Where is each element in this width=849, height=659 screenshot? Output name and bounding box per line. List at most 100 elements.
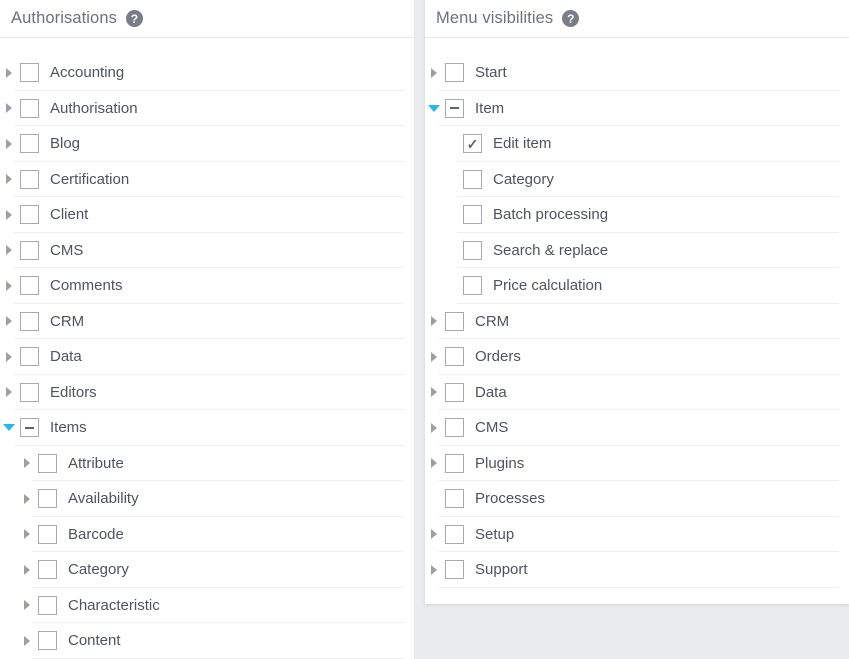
checkbox-unchecked[interactable] [38, 631, 57, 651]
expand-triangle-icon[interactable] [18, 588, 36, 624]
tree-row[interactable]: Data [425, 375, 849, 411]
expand-triangle-icon[interactable] [0, 55, 18, 91]
checkbox-unchecked[interactable] [20, 134, 39, 154]
expand-triangle-icon[interactable] [0, 91, 18, 127]
tree-row[interactable]: Batch processing [425, 197, 849, 233]
expand-triangle-icon[interactable] [18, 623, 36, 659]
tree-row[interactable]: Setup [425, 517, 849, 553]
triangle-right-icon [431, 422, 437, 433]
checkbox-unchecked[interactable] [445, 524, 464, 544]
expand-triangle-icon[interactable] [0, 126, 18, 162]
tree-row[interactable]: Content [0, 623, 414, 659]
checkbox-unchecked[interactable] [445, 347, 464, 367]
expand-triangle-icon[interactable] [425, 339, 443, 375]
checkbox-unchecked[interactable] [445, 382, 464, 402]
checkbox-unchecked[interactable] [445, 560, 464, 580]
tree-row[interactable]: Certification [0, 162, 414, 198]
row-divider [32, 657, 404, 659]
checkbox-unchecked[interactable] [463, 240, 482, 260]
expand-triangle-icon[interactable] [425, 375, 443, 411]
tree-row[interactable]: CRM [0, 304, 414, 340]
tree-row[interactable]: Blog [0, 126, 414, 162]
checkbox-unchecked[interactable] [445, 418, 464, 438]
expand-triangle-icon[interactable] [18, 446, 36, 482]
expand-triangle-icon[interactable] [0, 339, 18, 375]
checkbox-unchecked[interactable] [20, 205, 39, 225]
tree-item-label: Data [50, 348, 82, 366]
checkbox-checked[interactable]: ✓ [463, 134, 482, 154]
tree-row[interactable]: Category [425, 162, 849, 198]
triangle-right-icon [431, 387, 437, 398]
expand-triangle-icon[interactable] [0, 304, 18, 340]
expand-triangle-icon[interactable] [0, 162, 18, 198]
expand-triangle-icon[interactable] [425, 410, 443, 446]
tree-row[interactable]: Accounting [0, 55, 414, 91]
collapse-triangle-icon[interactable] [0, 410, 18, 446]
checkbox-unchecked[interactable] [20, 169, 39, 189]
checkbox-unchecked[interactable] [38, 453, 57, 473]
checkbox-unchecked[interactable] [463, 276, 482, 296]
collapse-triangle-icon[interactable] [425, 91, 443, 127]
tree-twisty-placeholder [443, 162, 461, 198]
question-mark-circle-icon[interactable]: ? [125, 10, 143, 27]
tree-row[interactable]: CMS [425, 410, 849, 446]
checkbox-unchecked[interactable] [463, 169, 482, 189]
tree-item-label: CRM [475, 312, 510, 330]
expand-triangle-icon[interactable] [425, 517, 443, 553]
tree-row[interactable]: Authorisation [0, 91, 414, 127]
tree-row[interactable]: Processes [425, 481, 849, 517]
checkbox-unchecked[interactable] [445, 489, 464, 509]
checkbox-unchecked[interactable] [445, 311, 464, 331]
tree-row[interactable]: Price calculation [425, 268, 849, 304]
tree-row[interactable]: Orders [425, 339, 849, 375]
checkbox-unchecked[interactable] [38, 489, 57, 509]
expand-triangle-icon[interactable] [425, 552, 443, 588]
expand-triangle-icon[interactable] [0, 375, 18, 411]
checkbox-unchecked[interactable] [20, 98, 39, 118]
tree-row[interactable]: Client [0, 197, 414, 233]
expand-triangle-icon[interactable] [18, 481, 36, 517]
tree-row[interactable]: Editors [0, 375, 414, 411]
checkbox-unchecked[interactable] [20, 63, 39, 83]
checkbox-indeterminate[interactable] [445, 98, 464, 118]
checkbox-unchecked[interactable] [38, 524, 57, 544]
tree-row[interactable]: Characteristic [0, 588, 414, 624]
expand-triangle-icon[interactable] [0, 197, 18, 233]
tree-row[interactable]: ✓ Edit item [425, 126, 849, 162]
tree-item-label: Category [68, 561, 129, 579]
tree-row[interactable]: Plugins [425, 446, 849, 482]
expand-triangle-icon[interactable] [0, 268, 18, 304]
tree-row[interactable]: Attribute [0, 446, 414, 482]
checkbox-unchecked[interactable] [445, 453, 464, 473]
tree-row[interactable]: Availability [0, 481, 414, 517]
tree-row[interactable]: Comments [0, 268, 414, 304]
tree-row[interactable]: Start [425, 55, 849, 91]
expand-triangle-icon[interactable] [425, 446, 443, 482]
tree-row[interactable]: Search & replace [425, 233, 849, 268]
checkbox-indeterminate[interactable] [20, 418, 39, 438]
checkbox-unchecked[interactable] [20, 240, 39, 260]
tree-row[interactable]: Barcode [0, 517, 414, 553]
checkbox-unchecked[interactable] [38, 560, 57, 580]
checkbox-unchecked[interactable] [20, 347, 39, 367]
checkbox-unchecked[interactable] [20, 276, 39, 296]
expand-triangle-icon[interactable] [0, 233, 18, 269]
expand-triangle-icon[interactable] [18, 552, 36, 588]
tree-row[interactable]: Category [0, 552, 414, 588]
checkbox-unchecked[interactable] [20, 311, 39, 331]
tree-row[interactable]: Items [0, 410, 414, 446]
expand-triangle-icon[interactable] [425, 304, 443, 340]
expand-triangle-icon[interactable] [425, 55, 443, 91]
tree-row[interactable]: CRM [425, 304, 849, 340]
expand-triangle-icon[interactable] [18, 517, 36, 553]
checkbox-unchecked[interactable] [463, 205, 482, 225]
tree-row[interactable]: Item [425, 91, 849, 127]
question-mark-circle-icon[interactable]: ? [562, 10, 580, 27]
tree-row[interactable]: CMS [0, 233, 414, 269]
checkbox-unchecked[interactable] [20, 382, 39, 402]
checkbox-unchecked[interactable] [38, 595, 57, 615]
triangle-right-icon [24, 458, 30, 469]
tree-row[interactable]: Data [0, 339, 414, 375]
tree-row[interactable]: Support [425, 552, 849, 588]
checkbox-unchecked[interactable] [445, 63, 464, 83]
